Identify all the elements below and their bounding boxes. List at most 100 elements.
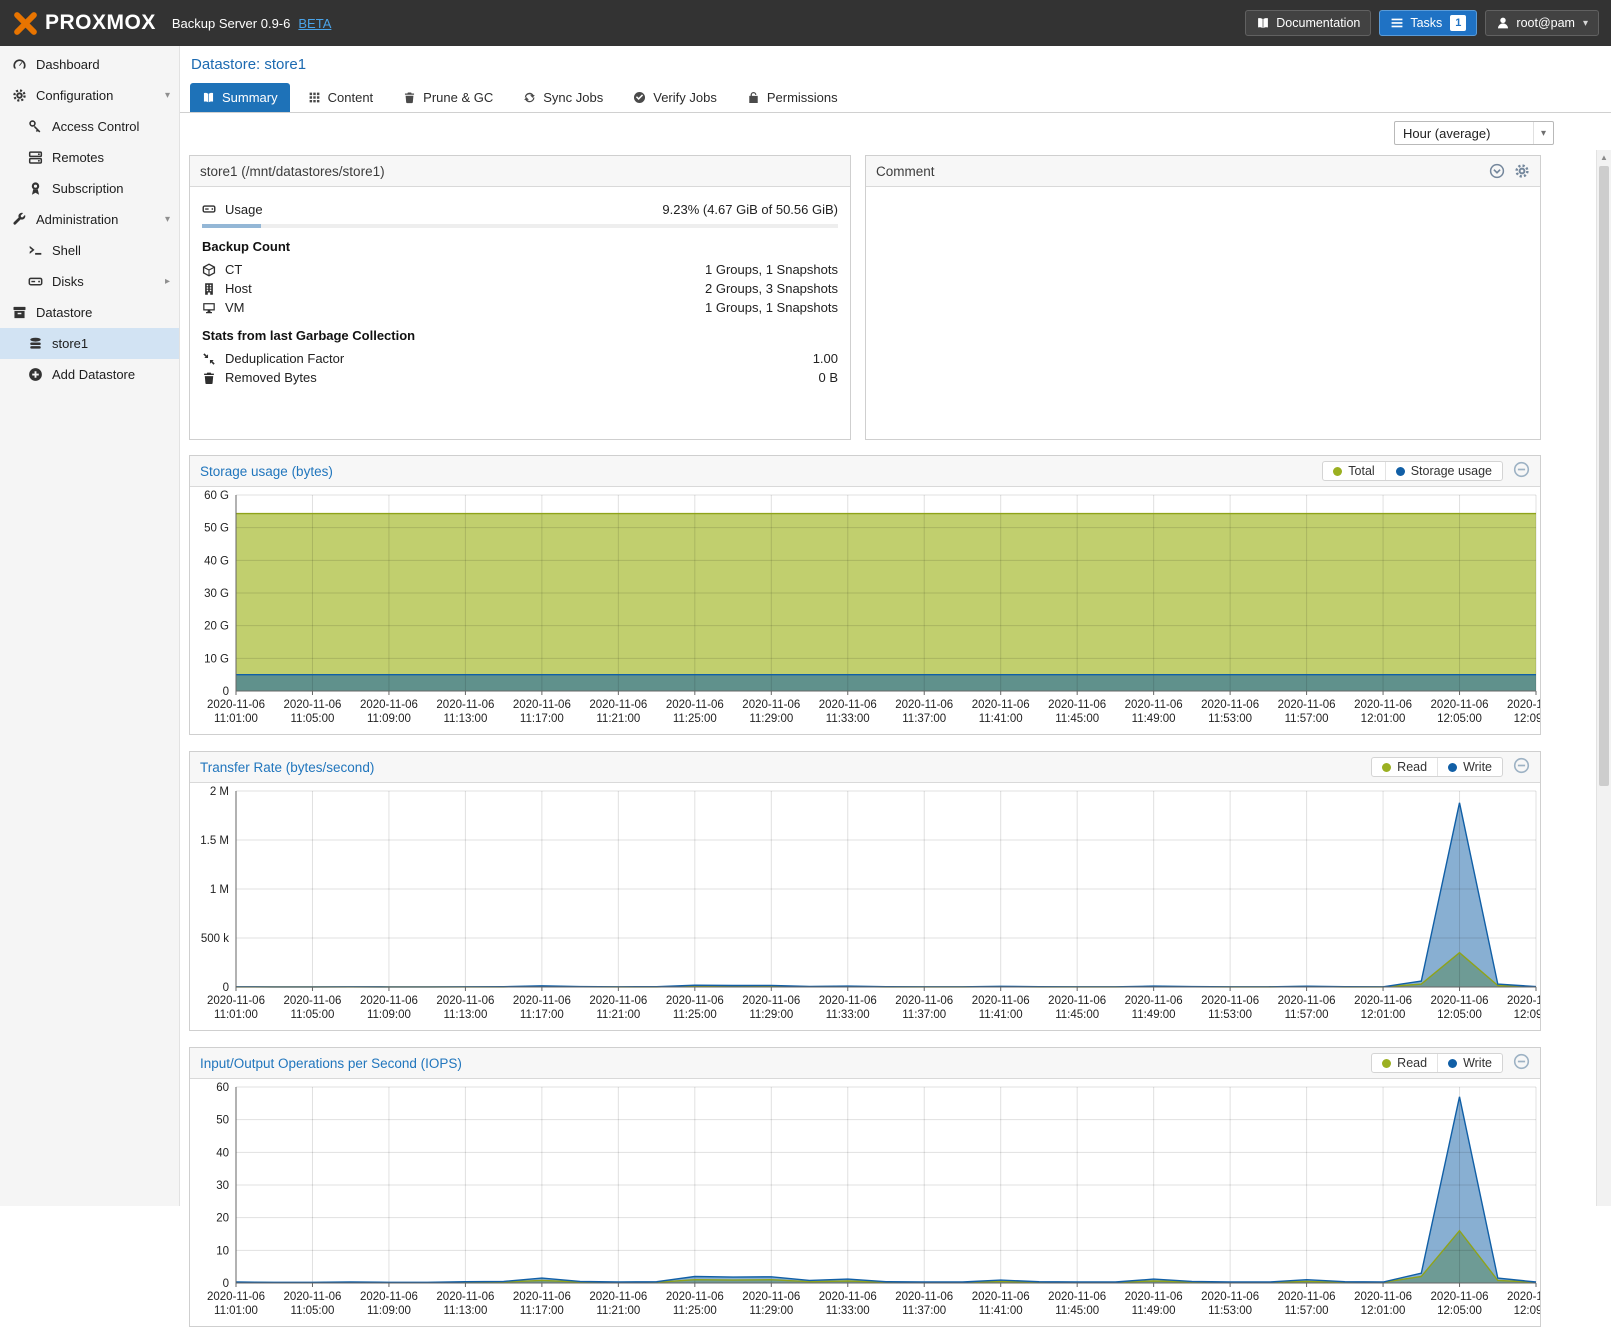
svg-text:2020-11-06: 2020-11-06: [1125, 699, 1183, 711]
tasks-label: Tasks: [1410, 16, 1442, 30]
documentation-button[interactable]: Documentation: [1245, 10, 1371, 36]
panel-body: Usage 9.23% (4.67 GiB of 50.56 GiB) Back…: [190, 187, 850, 397]
legend-label: Write: [1463, 760, 1492, 774]
svg-text:2020-11-06: 2020-11-06: [1431, 1291, 1489, 1303]
svg-text:2020-11-06: 2020-11-06: [589, 1291, 647, 1303]
tab-content[interactable]: Content: [296, 83, 386, 112]
chart-collapse-button[interactable]: [1513, 461, 1530, 481]
brand: PROXMOX: [12, 10, 156, 37]
svg-text:11:57:00: 11:57:00: [1285, 1305, 1329, 1317]
backup-count-row-host: Host 2 Groups, 3 Snapshots: [202, 279, 838, 298]
legend-label: Write: [1463, 1056, 1492, 1070]
sidebar-item-remotes[interactable]: Remotes: [0, 142, 179, 173]
expand-arrow-icon[interactable]: ▸: [165, 276, 170, 287]
svg-text:2020-11-06: 2020-11-06: [895, 1291, 953, 1303]
comment-body[interactable]: [866, 187, 1540, 207]
svg-text:2020-11-06: 2020-11-06: [283, 1291, 341, 1303]
tab-sync-jobs[interactable]: Sync Jobs: [511, 83, 615, 112]
svg-text:11:37:00: 11:37:00: [902, 1305, 946, 1317]
chart-legend: Read Write: [1371, 757, 1530, 777]
panel-header: store1 (/mnt/datastores/store1): [190, 156, 850, 187]
page-head: Datastore: store1: [180, 46, 1611, 82]
svg-text:11:09:00: 11:09:00: [367, 1305, 411, 1317]
sidebar-item-store1[interactable]: store1: [0, 328, 179, 359]
backup-count-row-ct: CT 1 Groups, 1 Snapshots: [202, 260, 838, 279]
datastore-info-panel: store1 (/mnt/datastores/store1) Usage 9.…: [189, 155, 851, 440]
legend-item-write[interactable]: Write: [1437, 758, 1502, 776]
product-version: Backup Server 0.9-6: [172, 16, 291, 31]
page-title: Datastore: store1: [191, 56, 306, 73]
scrollbar-thumb[interactable]: [1599, 166, 1609, 786]
time-range-combobox[interactable]: Hour (average) ▾: [1394, 121, 1554, 145]
beta-link[interactable]: BETA: [298, 16, 331, 31]
legend-item-read[interactable]: Read: [1372, 758, 1437, 776]
gc-stats-header: Stats from last Garbage Collection: [202, 328, 838, 343]
grid-icon: [308, 91, 321, 104]
collapse-arrow-icon[interactable]: ▾: [165, 90, 170, 101]
row-label: VM: [225, 300, 245, 315]
tab-permissions[interactable]: Permissions: [735, 83, 850, 112]
svg-text:2020-11-06: 2020-11-06: [972, 995, 1030, 1007]
sidebar-item-shell[interactable]: Shell: [0, 235, 179, 266]
tab-label: Summary: [222, 90, 278, 105]
panel-header: Input/Output Operations per Second (IOPS…: [190, 1048, 1540, 1079]
tab-summary[interactable]: Summary: [190, 83, 290, 112]
gear-icon[interactable]: [1514, 163, 1530, 179]
tasks-button[interactable]: Tasks 1: [1379, 10, 1477, 36]
chart-collapse-button[interactable]: [1513, 1053, 1530, 1073]
collapse-arrow-icon[interactable]: ▾: [165, 214, 170, 225]
vertical-scrollbar[interactable]: ▲: [1596, 150, 1611, 1206]
svg-text:11:33:00: 11:33:00: [826, 1305, 870, 1317]
svg-text:12:01:00: 12:01:00: [1361, 713, 1406, 725]
chevron-down-icon[interactable]: ▾: [1533, 122, 1553, 144]
legend-item-write[interactable]: Write: [1437, 1054, 1502, 1072]
svg-text:2020-11-06: 2020-11-06: [742, 1291, 800, 1303]
sidebar-item-configuration[interactable]: Configuration ▾: [0, 80, 179, 111]
legend-item-total[interactable]: Total: [1323, 462, 1384, 480]
sidebar-item-dashboard[interactable]: Dashboard: [0, 49, 179, 80]
trash-icon: [403, 91, 416, 104]
row-value: 2 Groups, 3 Snapshots: [705, 281, 838, 296]
scroll-up-arrow-icon[interactable]: ▲: [1597, 150, 1611, 165]
svg-text:11:05:00: 11:05:00: [291, 713, 335, 725]
svg-text:11:53:00: 11:53:00: [1208, 1305, 1252, 1317]
svg-text:11:53:00: 11:53:00: [1208, 713, 1252, 725]
sidebar-item-label: Subscription: [52, 181, 124, 196]
sidebar-item-access-control[interactable]: Access Control: [0, 111, 179, 142]
legend-label: Read: [1397, 1056, 1427, 1070]
chevron-circle-icon[interactable]: [1489, 163, 1505, 179]
svg-text:2 M: 2 M: [210, 786, 229, 798]
svg-text:11:17:00: 11:17:00: [520, 1305, 564, 1317]
sidebar-item-label: Remotes: [52, 150, 104, 165]
caret-down-icon: ▾: [1583, 18, 1588, 29]
svg-text:11:17:00: 11:17:00: [520, 1009, 564, 1021]
transfer-rate-chart: 0500 k1 M1.5 M2 M2020-11-0611:01:002020-…: [190, 783, 1540, 1030]
archive-icon: [12, 305, 27, 320]
chart-collapse-button[interactable]: [1513, 757, 1530, 777]
chart-title: Input/Output Operations per Second (IOPS…: [200, 1056, 462, 1071]
sidebar-item-disks[interactable]: Disks ▸: [0, 266, 179, 297]
sidebar-item-add-datastore[interactable]: Add Datastore: [0, 359, 179, 390]
sidebar-item-datastore[interactable]: Datastore: [0, 297, 179, 328]
svg-text:500 k: 500 k: [201, 933, 229, 945]
svg-text:11:41:00: 11:41:00: [979, 1009, 1023, 1021]
legend-item-storage-usage[interactable]: Storage usage: [1385, 462, 1502, 480]
svg-text:11:21:00: 11:21:00: [596, 1305, 640, 1317]
svg-text:2020-11-06: 2020-11-06: [1507, 699, 1540, 711]
sidebar-item-administration[interactable]: Administration ▾: [0, 204, 179, 235]
tab-prune-gc[interactable]: Prune & GC: [391, 83, 505, 112]
user-menu-button[interactable]: root@pam ▾: [1485, 10, 1599, 36]
legend-item-read[interactable]: Read: [1372, 1054, 1437, 1072]
svg-text:2020-11-06: 2020-11-06: [283, 995, 341, 1007]
legend-dot: [1382, 1059, 1391, 1068]
trash-icon: [202, 371, 216, 385]
sidebar-item-subscription[interactable]: Subscription: [0, 173, 179, 204]
svg-text:2020-11-06: 2020-11-06: [666, 699, 724, 711]
svg-text:11:25:00: 11:25:00: [673, 1009, 717, 1021]
row-value: 1 Groups, 1 Snapshots: [705, 300, 838, 315]
tab-verify-jobs[interactable]: Verify Jobs: [621, 83, 729, 112]
topbar: PROXMOX Backup Server 0.9-6 BETA Documen…: [0, 0, 1611, 46]
svg-text:2020-11-06: 2020-11-06: [972, 1291, 1030, 1303]
tasks-count-badge: 1: [1450, 15, 1466, 31]
svg-text:2020-11-06: 2020-11-06: [972, 699, 1030, 711]
